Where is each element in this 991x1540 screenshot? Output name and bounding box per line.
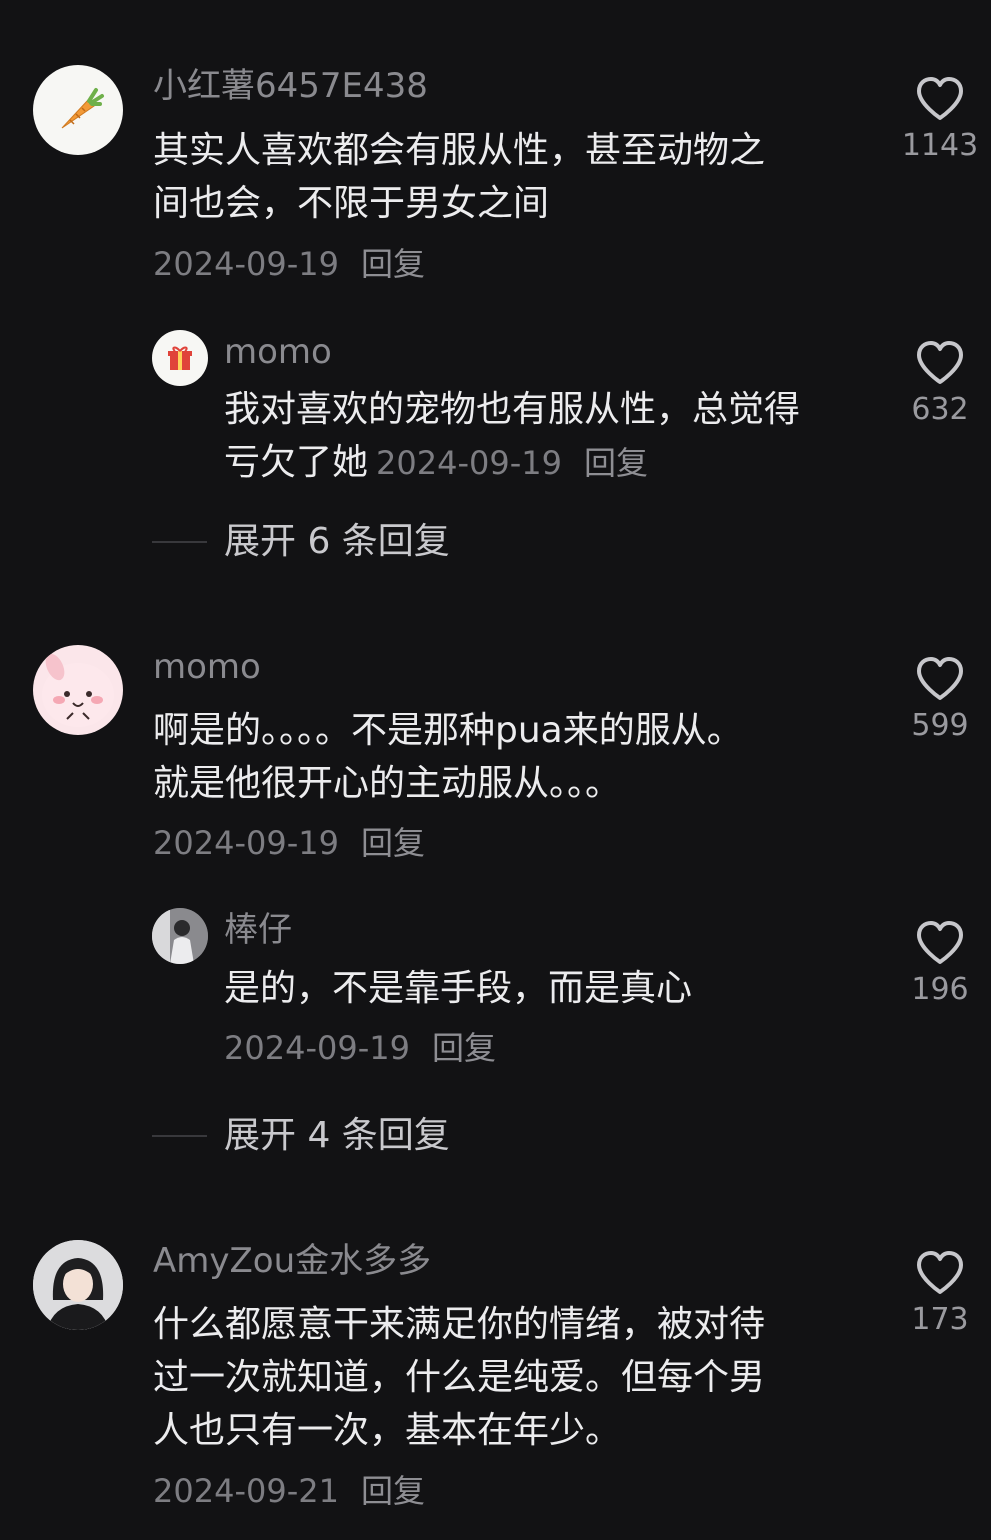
divider: [152, 1135, 207, 1137]
comment-meta: 2024-09-21 回复: [153, 1471, 425, 1511]
reply-text: 是的，不是靠手段，而是真心: [224, 968, 693, 1009]
heart-icon: [917, 657, 963, 700]
expand-replies-label[interactable]: 展开 4 条回复: [224, 1114, 450, 1158]
comment-text: 什么都愿意干来满足你的情绪，被对待 过一次就知道，什么是纯爱。但每个男 人也只有…: [153, 1304, 766, 1451]
carrot-icon: [61, 88, 104, 129]
reply-button[interactable]: 回复: [584, 444, 648, 482]
like-button[interactable]: 632: [900, 340, 980, 428]
comment-username[interactable]: 小红薯6457E438: [153, 66, 428, 106]
divider: [152, 541, 207, 543]
expand-replies-label[interactable]: 展开 6 条回复: [224, 520, 450, 564]
comment-text: 其实人喜欢都会有服从性，甚至动物之 间也会，不限于男女之间: [153, 130, 766, 224]
photo-avatar-icon: [152, 908, 208, 964]
reply-button[interactable]: 回复: [361, 1472, 425, 1510]
comment-username[interactable]: AmyZou金水多多: [153, 1241, 431, 1281]
like-count: 599: [911, 708, 969, 743]
comment-date: 2024-09-21: [153, 1472, 339, 1510]
like-count: 196: [911, 972, 969, 1007]
avatar[interactable]: [152, 908, 208, 964]
comment-date: 2024-09-19: [153, 824, 339, 862]
reply-username[interactable]: 棒仔: [224, 910, 292, 950]
reply-meta: 2024-09-19 回复: [224, 1028, 496, 1068]
expand-replies-button[interactable]: 展开 4 条回复: [152, 1114, 450, 1158]
like-count: 173: [911, 1302, 969, 1337]
like-button[interactable]: 599: [900, 656, 980, 744]
pink-bunny-icon: [42, 653, 114, 727]
heart-icon: [917, 77, 963, 120]
like-button[interactable]: 196: [900, 920, 980, 1008]
like-button[interactable]: 1143: [900, 76, 980, 164]
comment-meta: 2024-09-19 回复: [153, 244, 425, 284]
comment-date: 2024-09-19: [153, 245, 339, 283]
reply-text-line: 亏欠了她 2024-09-19 回复: [224, 442, 648, 483]
avatar[interactable]: [33, 1240, 123, 1330]
reply-text-line: 我对喜欢的宠物也有服从性，总觉得: [224, 389, 801, 430]
gift-icon: [168, 346, 192, 370]
like-count: 632: [911, 392, 969, 427]
reply-date: 2024-09-19: [224, 1029, 410, 1067]
heart-icon: [917, 341, 963, 384]
reply-text: 我对喜欢的宠物也有服从性，总觉得 亏欠了她 2024-09-19 回复: [224, 383, 800, 490]
reply-button[interactable]: 回复: [432, 1029, 496, 1067]
avatar[interactable]: [33, 645, 123, 735]
comment-username[interactable]: momo: [153, 647, 261, 687]
heart-icon: [917, 921, 963, 964]
reply-button[interactable]: 回复: [361, 245, 425, 283]
comment-text: 啊是的。。。。不是那种pua来的服从。 就是他很开心的主动服从。。。: [153, 710, 743, 804]
comment-meta: 2024-09-19 回复: [153, 823, 425, 863]
reply-date: 2024-09-19: [376, 444, 562, 482]
like-button[interactable]: 173: [900, 1250, 980, 1338]
heart-icon: [917, 1251, 963, 1294]
avatar[interactable]: [152, 330, 208, 386]
avatar[interactable]: [33, 65, 123, 155]
reply-username[interactable]: momo: [224, 332, 332, 372]
reply-button[interactable]: 回复: [361, 824, 425, 862]
portrait-avatar-icon: [33, 1240, 123, 1330]
like-count: 1143: [901, 128, 979, 163]
expand-replies-button[interactable]: 展开 6 条回复: [152, 520, 450, 564]
